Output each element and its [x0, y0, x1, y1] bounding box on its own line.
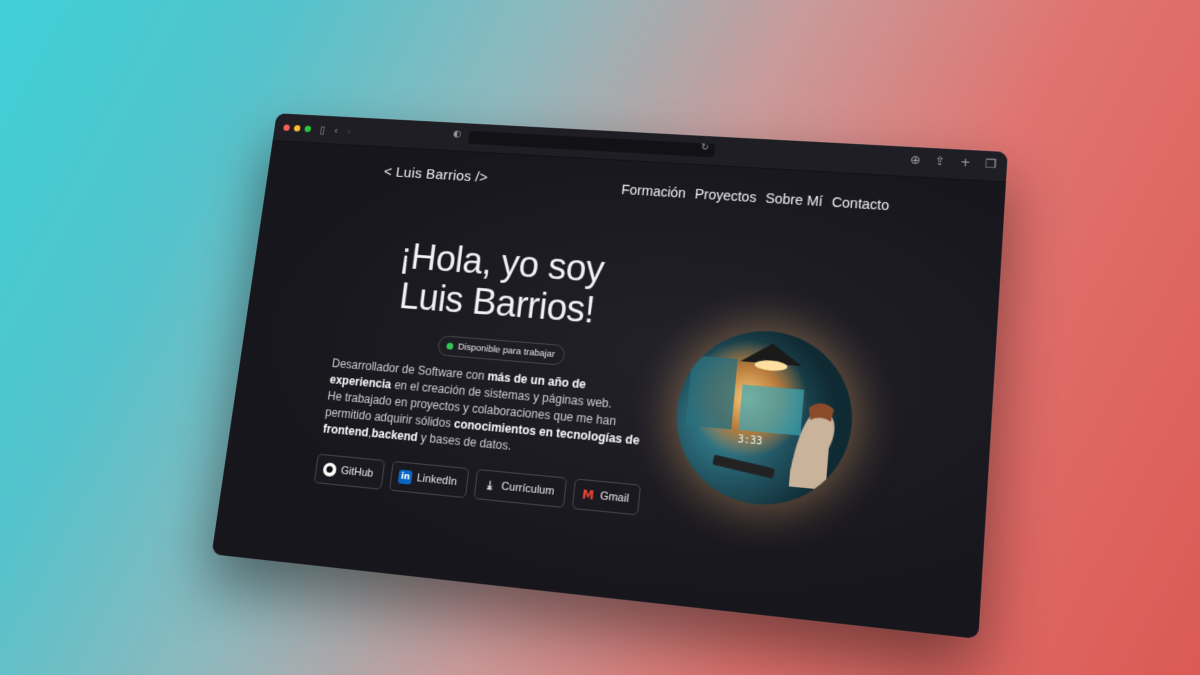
main-nav: Formación Proyectos Sobre Mí Contacto — [621, 182, 890, 214]
new-tab-icon[interactable]: + — [960, 155, 971, 169]
linkedin-icon: in — [398, 470, 413, 485]
linkedin-label: LinkedIn — [416, 472, 457, 488]
forward-icon[interactable]: › — [346, 125, 352, 137]
bio-text: Desarrollador de Software con más de un … — [322, 355, 654, 467]
hero-title: ¡Hola, yo soy Luis Barrios! — [376, 236, 623, 334]
linkedin-button[interactable]: in LinkedIn — [389, 461, 469, 498]
nav-sobre-mi[interactable]: Sobre Mí — [765, 190, 824, 209]
nav-contacto[interactable]: Contacto — [831, 194, 890, 213]
status-dot — [446, 342, 453, 349]
site-logo[interactable]: < Luis Barrios /> — [383, 164, 489, 186]
gmail-icon: M — [580, 487, 595, 503]
nav-formacion[interactable]: Formación — [621, 182, 687, 201]
profile-avatar: 3:33 — [669, 325, 859, 513]
sidebar-icon[interactable]: ▯ — [319, 123, 326, 135]
tabs-icon[interactable]: ❐ — [985, 157, 997, 171]
nav-proyectos[interactable]: Proyectos — [694, 186, 757, 205]
github-icon: ● — [322, 462, 337, 477]
toolbar-actions: ⊕ ⇪ + ❐ — [910, 153, 997, 171]
gmail-button[interactable]: M Gmail — [571, 478, 641, 515]
availability-badge: Disponible para trabajar — [437, 335, 566, 366]
cv-download-button[interactable]: ⤓ Currículum — [473, 469, 566, 508]
github-button[interactable]: ● GitHub — [314, 454, 386, 490]
portfolio-page: < Luis Barrios /> Formación Proyectos So… — [212, 141, 1006, 639]
gmail-label: Gmail — [599, 490, 629, 505]
close-window-button[interactable] — [283, 124, 290, 131]
github-label: GitHub — [340, 465, 374, 480]
availability-label: Disponible para trabajar — [457, 341, 555, 360]
social-buttons: ● GitHub in LinkedIn ⤓ Currículum M Gmai… — [314, 454, 642, 516]
cv-label: Currículum — [501, 480, 555, 497]
download-icon: ⤓ — [482, 478, 497, 493]
shield-icon[interactable]: ◐ — [453, 129, 462, 140]
share-icon[interactable]: ⇪ — [935, 154, 946, 168]
window-controls — [283, 124, 311, 132]
reload-icon[interactable]: ↻ — [700, 142, 709, 153]
browser-window: ▯ ‹ › ◐ ↻ ⊕ ⇪ + ❐ < Luis Barrios /> Form… — [212, 113, 1008, 639]
avatar-keyboard — [712, 455, 775, 479]
back-icon[interactable]: ‹ — [333, 124, 339, 136]
avatar-illustration: 3:33 — [669, 325, 859, 513]
download-icon[interactable]: ⊕ — [910, 153, 921, 167]
avatar-monitor-left — [686, 355, 738, 429]
avatar-clock: 3:33 — [737, 434, 763, 448]
avatar-monitor-center — [738, 385, 804, 436]
minimize-window-button[interactable] — [294, 125, 301, 132]
zoom-window-button[interactable] — [304, 125, 311, 132]
bio-highlight: backend — [371, 426, 419, 444]
